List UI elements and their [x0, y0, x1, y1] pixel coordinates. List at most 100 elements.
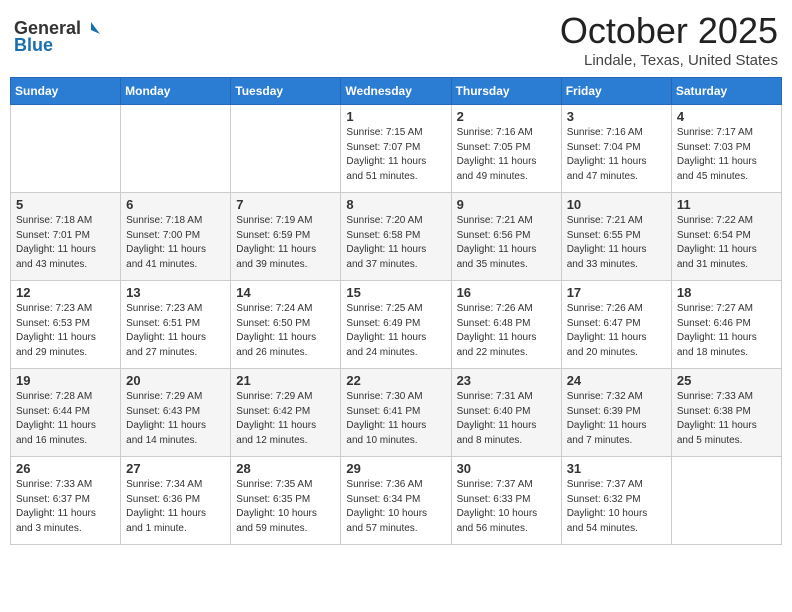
calendar-week-row: 5 Sunrise: 7:18 AM Sunset: 7:01 PM Daylig…	[11, 193, 782, 281]
day-info: Sunrise: 7:21 AM Sunset: 6:55 PM Dayligh…	[567, 214, 666, 272]
day-number: 22	[346, 373, 445, 388]
weekday-header-sunday: Sunday	[11, 78, 121, 105]
calendar-cell: 21Sunrise: 7:29 AM Sunset: 6:42 PM Dayli…	[231, 369, 341, 457]
day-info: Sunrise: 7:23 AM Sunset: 6:53 PM Dayligh…	[16, 302, 115, 360]
day-number: 14	[236, 285, 335, 300]
day-number: 26	[16, 461, 115, 476]
calendar-cell: 5 Sunrise: 7:18 AM Sunset: 7:01 PM Daylig…	[11, 193, 121, 281]
weekday-header-saturday: Saturday	[671, 78, 781, 105]
calendar-cell: 16 Sunrise: 7:26 AM Sunset: 6:48 PM Dayli…	[451, 281, 561, 369]
day-number: 23	[457, 373, 556, 388]
day-number: 9	[457, 197, 556, 212]
weekday-header-friday: Friday	[561, 78, 671, 105]
day-info: Sunrise: 7:19 AM Sunset: 6:59 PM Dayligh…	[236, 214, 335, 272]
calendar-cell: 22 Sunrise: 7:30 AM Sunset: 6:41 PM Dayli…	[341, 369, 451, 457]
calendar-cell: 3 Sunrise: 7:16 AM Sunset: 7:04 PM Daylig…	[561, 105, 671, 193]
day-number: 10	[567, 197, 666, 212]
day-info: Sunrise: 7:18 AM Sunset: 7:00 PM Dayligh…	[126, 214, 225, 272]
logo-blue-text: Blue	[14, 35, 53, 56]
location-title: Lindale, Texas, United States	[560, 52, 778, 69]
calendar-cell: 30 Sunrise: 7:37 AM Sunset: 6:33 PM Dayli…	[451, 457, 561, 545]
day-info: Sunrise: 7:26 AM Sunset: 6:48 PM Dayligh…	[457, 302, 556, 360]
calendar-week-row: 26 Sunrise: 7:33 AM Sunset: 6:37 PM Dayli…	[11, 457, 782, 545]
weekday-header-monday: Monday	[121, 78, 231, 105]
calendar-cell: 12Sunrise: 7:23 AM Sunset: 6:53 PM Dayli…	[11, 281, 121, 369]
day-info: Sunrise: 7:35 AM Sunset: 6:35 PM Dayligh…	[236, 478, 335, 536]
day-info: Sunrise: 7:21 AM Sunset: 6:56 PM Dayligh…	[457, 214, 556, 272]
day-number: 11	[677, 197, 776, 212]
weekday-header-tuesday: Tuesday	[231, 78, 341, 105]
day-info: Sunrise: 7:26 AM Sunset: 6:47 PM Dayligh…	[567, 302, 666, 360]
calendar-cell: 23 Sunrise: 7:31 AM Sunset: 6:40 PM Dayli…	[451, 369, 561, 457]
calendar-cell: 4 Sunrise: 7:17 AM Sunset: 7:03 PM Daylig…	[671, 105, 781, 193]
weekday-header-thursday: Thursday	[451, 78, 561, 105]
calendar-cell: 11 Sunrise: 7:22 AM Sunset: 6:54 PM Dayli…	[671, 193, 781, 281]
day-info: Sunrise: 7:17 AM Sunset: 7:03 PM Dayligh…	[677, 126, 776, 184]
day-info: Sunrise: 7:16 AM Sunset: 7:05 PM Dayligh…	[457, 126, 556, 184]
calendar-cell: 25 Sunrise: 7:33 AM Sunset: 6:38 PM Dayli…	[671, 369, 781, 457]
calendar-cell: 26 Sunrise: 7:33 AM Sunset: 6:37 PM Dayli…	[11, 457, 121, 545]
day-info: Sunrise: 7:22 AM Sunset: 6:54 PM Dayligh…	[677, 214, 776, 272]
day-info: Sunrise: 7:29 AM Sunset: 6:43 PM Dayligh…	[126, 390, 225, 448]
page-header: General Blue October 2025 Lindale, Texas…	[10, 10, 782, 69]
day-info: Sunrise: 7:33 AM Sunset: 6:37 PM Dayligh…	[16, 478, 115, 536]
calendar-cell: 31 Sunrise: 7:37 AM Sunset: 6:32 PM Dayli…	[561, 457, 671, 545]
day-info: Sunrise: 7:30 AM Sunset: 6:41 PM Dayligh…	[346, 390, 445, 448]
day-number: 28	[236, 461, 335, 476]
day-number: 27	[126, 461, 225, 476]
calendar-cell	[231, 105, 341, 193]
day-number: 4	[677, 109, 776, 124]
day-info: Sunrise: 7:27 AM Sunset: 6:46 PM Dayligh…	[677, 302, 776, 360]
day-number: 2	[457, 109, 556, 124]
weekday-header-row: SundayMondayTuesdayWednesdayThursdayFrid…	[11, 78, 782, 105]
day-number: 13	[126, 285, 225, 300]
title-section: October 2025 Lindale, Texas, United Stat…	[560, 10, 778, 69]
calendar-cell: 24Sunrise: 7:32 AM Sunset: 6:39 PM Dayli…	[561, 369, 671, 457]
calendar-cell: 6Sunrise: 7:18 AM Sunset: 7:00 PM Daylig…	[121, 193, 231, 281]
calendar-week-row: 1Sunrise: 7:15 AM Sunset: 7:07 PM Daylig…	[11, 105, 782, 193]
calendar-cell: 8Sunrise: 7:20 AM Sunset: 6:58 PM Daylig…	[341, 193, 451, 281]
day-info: Sunrise: 7:23 AM Sunset: 6:51 PM Dayligh…	[126, 302, 225, 360]
month-title: October 2025	[560, 10, 778, 52]
calendar-cell: 17Sunrise: 7:26 AM Sunset: 6:47 PM Dayli…	[561, 281, 671, 369]
calendar-cell: 15Sunrise: 7:25 AM Sunset: 6:49 PM Dayli…	[341, 281, 451, 369]
day-info: Sunrise: 7:34 AM Sunset: 6:36 PM Dayligh…	[126, 478, 225, 536]
day-info: Sunrise: 7:37 AM Sunset: 6:32 PM Dayligh…	[567, 478, 666, 536]
day-info: Sunrise: 7:28 AM Sunset: 6:44 PM Dayligh…	[16, 390, 115, 448]
calendar-cell	[671, 457, 781, 545]
day-info: Sunrise: 7:37 AM Sunset: 6:33 PM Dayligh…	[457, 478, 556, 536]
calendar-cell: 29 Sunrise: 7:36 AM Sunset: 6:34 PM Dayli…	[341, 457, 451, 545]
day-number: 20	[126, 373, 225, 388]
calendar-cell: 7 Sunrise: 7:19 AM Sunset: 6:59 PM Daylig…	[231, 193, 341, 281]
day-number: 30	[457, 461, 556, 476]
calendar-table: SundayMondayTuesdayWednesdayThursdayFrid…	[10, 77, 782, 545]
day-info: Sunrise: 7:20 AM Sunset: 6:58 PM Dayligh…	[346, 214, 445, 272]
day-number: 31	[567, 461, 666, 476]
calendar-cell	[11, 105, 121, 193]
day-number: 5	[16, 197, 115, 212]
day-info: Sunrise: 7:31 AM Sunset: 6:40 PM Dayligh…	[457, 390, 556, 448]
day-number: 16	[457, 285, 556, 300]
calendar-cell: 13 Sunrise: 7:23 AM Sunset: 6:51 PM Dayli…	[121, 281, 231, 369]
day-info: Sunrise: 7:16 AM Sunset: 7:04 PM Dayligh…	[567, 126, 666, 184]
day-number: 18	[677, 285, 776, 300]
day-info: Sunrise: 7:29 AM Sunset: 6:42 PM Dayligh…	[236, 390, 335, 448]
calendar-week-row: 19Sunrise: 7:28 AM Sunset: 6:44 PM Dayli…	[11, 369, 782, 457]
calendar-cell: 20 Sunrise: 7:29 AM Sunset: 6:43 PM Dayli…	[121, 369, 231, 457]
day-number: 24	[567, 373, 666, 388]
day-info: Sunrise: 7:33 AM Sunset: 6:38 PM Dayligh…	[677, 390, 776, 448]
day-number: 3	[567, 109, 666, 124]
day-number: 7	[236, 197, 335, 212]
day-number: 25	[677, 373, 776, 388]
day-number: 29	[346, 461, 445, 476]
calendar-week-row: 12Sunrise: 7:23 AM Sunset: 6:53 PM Dayli…	[11, 281, 782, 369]
calendar-cell: 28 Sunrise: 7:35 AM Sunset: 6:35 PM Dayli…	[231, 457, 341, 545]
day-info: Sunrise: 7:24 AM Sunset: 6:50 PM Dayligh…	[236, 302, 335, 360]
logo-bird-icon	[82, 20, 100, 38]
day-info: Sunrise: 7:36 AM Sunset: 6:34 PM Dayligh…	[346, 478, 445, 536]
calendar-cell: 2 Sunrise: 7:16 AM Sunset: 7:05 PM Daylig…	[451, 105, 561, 193]
calendar-cell: 14 Sunrise: 7:24 AM Sunset: 6:50 PM Dayli…	[231, 281, 341, 369]
calendar-cell: 27 Sunrise: 7:34 AM Sunset: 6:36 PM Dayli…	[121, 457, 231, 545]
day-info: Sunrise: 7:18 AM Sunset: 7:01 PM Dayligh…	[16, 214, 115, 272]
calendar-cell	[121, 105, 231, 193]
